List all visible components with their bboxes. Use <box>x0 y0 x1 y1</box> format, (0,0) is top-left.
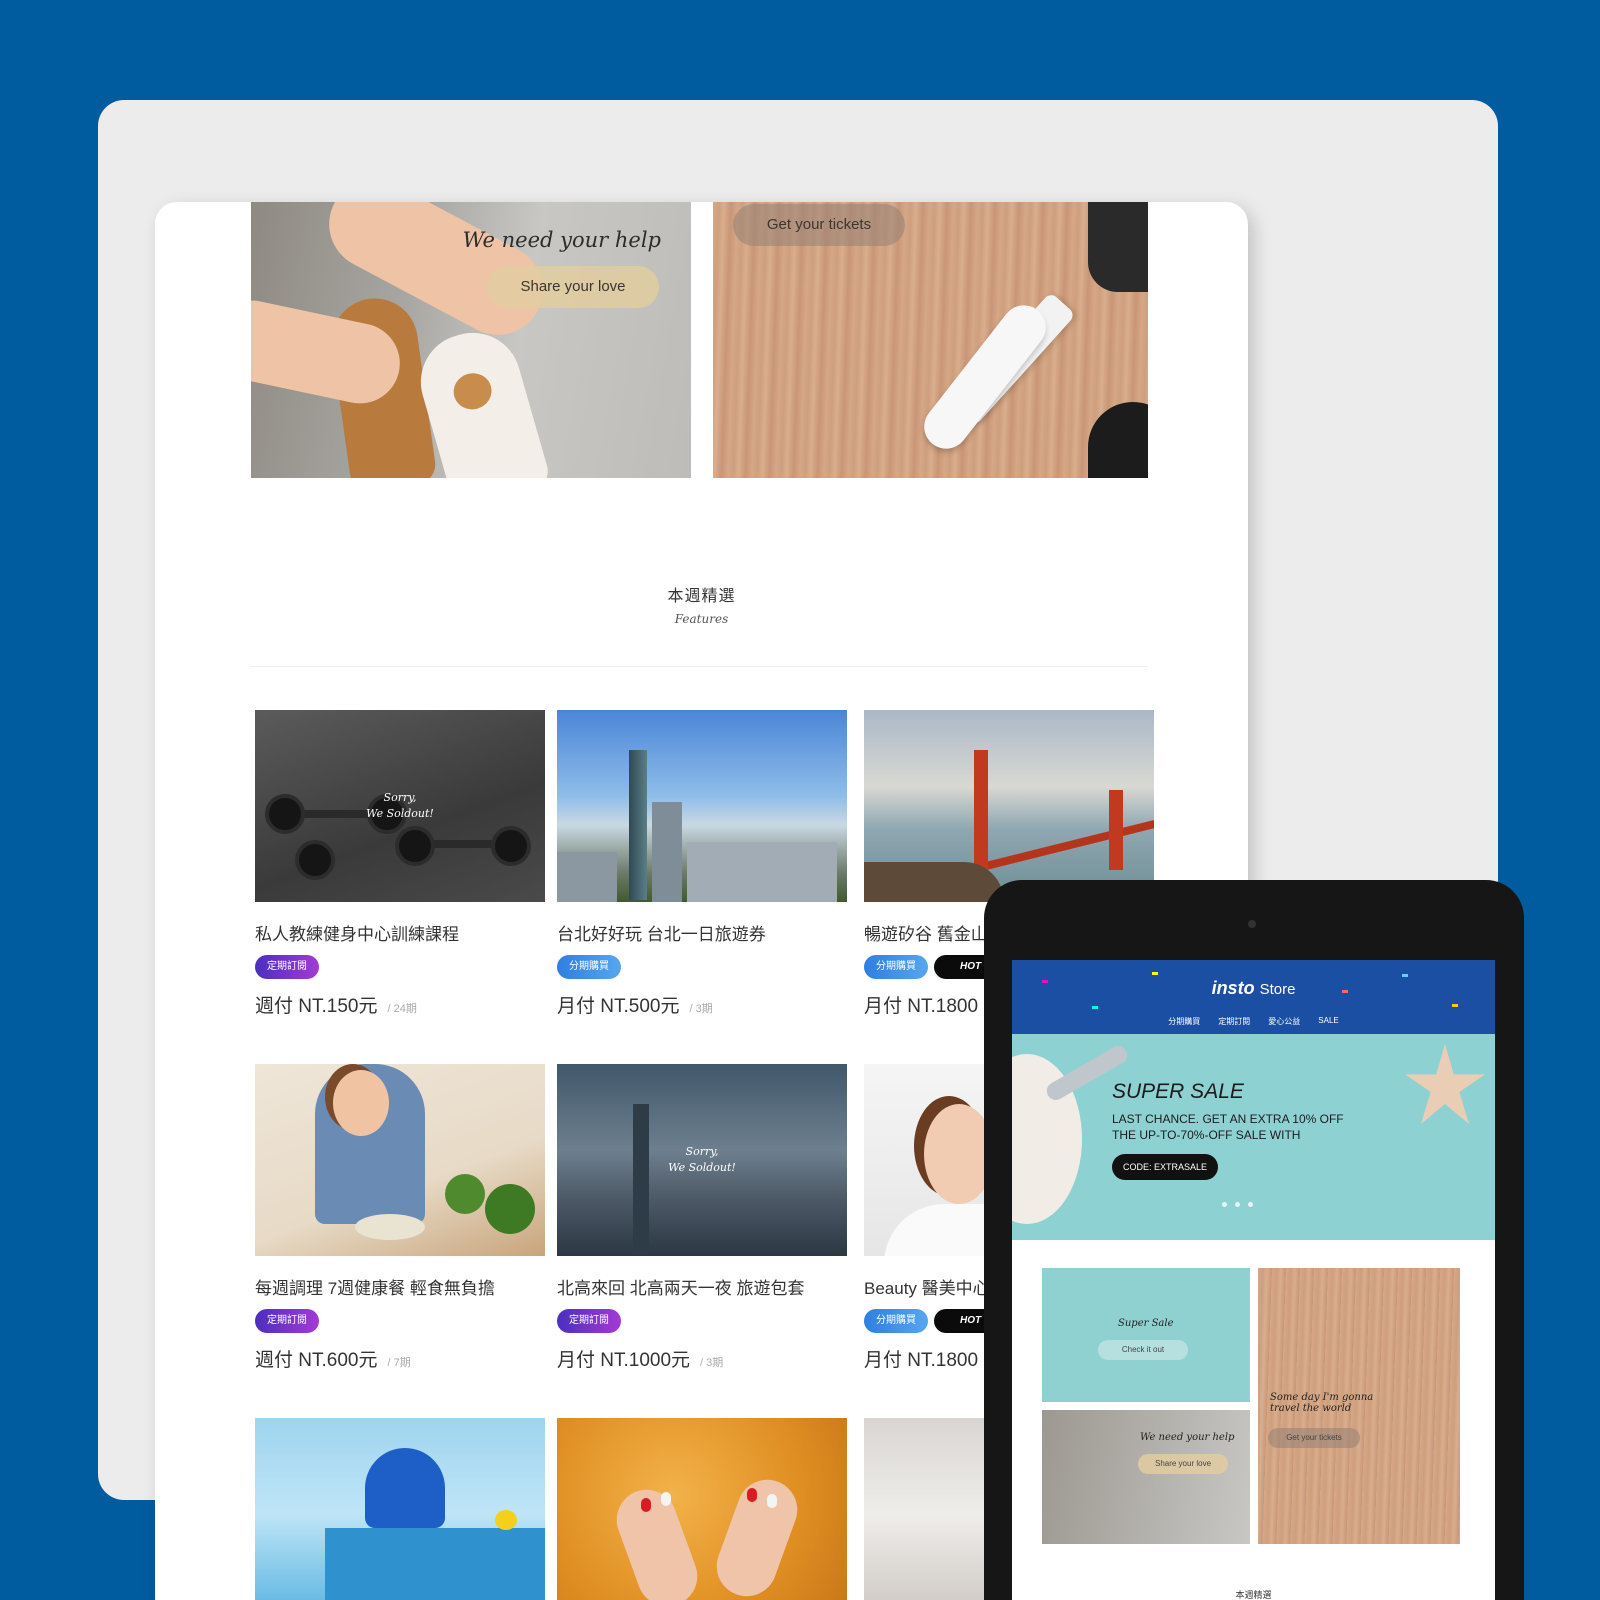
tile-super-sale[interactable]: Super Sale Check it out <box>1042 1268 1250 1402</box>
installment-tag: 分期購買 <box>557 955 621 979</box>
installment-tag: 分期購買 <box>864 1309 928 1333</box>
hero-carousel[interactable]: SUPER SALE LAST CHANCE. GET AN EXTRA 10%… <box>1012 1034 1495 1240</box>
brand-logo[interactable]: insto Store <box>1012 978 1495 999</box>
hero-line-1: LAST CHANCE. GET AN EXTRA 10% OFF <box>1112 1112 1344 1126</box>
banner-tickets[interactable]: Get your tickets <box>713 202 1148 478</box>
product-card[interactable]: Sorry, We Soldout! 私人教練健身中心訓練課程 定期訂閱 週付 … <box>255 710 545 1018</box>
product-price: 月付 NT.1000元/ 3期 <box>557 1350 724 1371</box>
product-name[interactable]: 私人教練健身中心訓練課程 <box>255 920 545 945</box>
tablet-nav: 分期購買 定期訂閱 愛心公益 SALE <box>1012 1016 1495 1027</box>
product-card[interactable]: Sorry, We Soldout! 北高來回 北高兩天一夜 旅遊包套 定期訂閱… <box>557 1064 847 1372</box>
get-your-tickets-button[interactable]: Get your tickets <box>733 204 905 246</box>
product-price: 週付 NT.150元/ 24期 <box>255 996 417 1017</box>
product-card[interactable] <box>255 1418 545 1600</box>
soldout-overlay: Sorry, We Soldout! <box>366 791 434 820</box>
section-subtitle: Features <box>674 612 729 626</box>
get-tickets-small-button[interactable]: Get your tickets <box>1268 1428 1360 1448</box>
subscription-tag: 定期訂閱 <box>557 1309 621 1333</box>
tablet-header: insto Store 分期購買 定期訂閱 愛心公益 SALE <box>1012 960 1495 1034</box>
hero-title: SUPER SALE <box>1112 1080 1244 1103</box>
product-image-gym[interactable]: Sorry, We Soldout! <box>255 710 545 902</box>
nav-item-subscription[interactable]: 定期訂閱 <box>1218 1016 1250 1027</box>
tile-travel[interactable]: Some day I'm gonna travel the world Get … <box>1258 1268 1460 1544</box>
tile-need-help[interactable]: We need your help Share your love <box>1042 1410 1250 1544</box>
installment-tag: 分期購買 <box>864 955 928 979</box>
promo-code-button[interactable]: CODE: EXTRASALE <box>1112 1154 1218 1180</box>
tablet-device: insto Store 分期購買 定期訂閱 愛心公益 SALE SUPER SA… <box>984 880 1524 1600</box>
product-image-nails[interactable] <box>557 1418 847 1600</box>
banner-help[interactable]: We need your help Share your love <box>251 202 691 478</box>
product-name[interactable]: 北高來回 北高兩天一夜 旅遊包套 <box>557 1274 847 1299</box>
product-card[interactable]: 台北好好玩 台北一日旅遊券 分期購買 月付 NT.500元/ 3期 <box>557 710 847 1018</box>
hero-line-2: THE UP-TO-70%-OFF SALE WITH <box>1112 1128 1301 1142</box>
nav-item-sale[interactable]: SALE <box>1318 1016 1338 1027</box>
banner-help-title: We need your help <box>462 228 661 252</box>
nav-item-installment[interactable]: 分期購買 <box>1168 1016 1200 1027</box>
nav-item-charity[interactable]: 愛心公益 <box>1268 1016 1300 1027</box>
share-your-love-small-button[interactable]: Share your love <box>1138 1454 1228 1474</box>
product-image-kaohsiung[interactable]: Sorry, We Soldout! <box>557 1064 847 1256</box>
soldout-overlay: Sorry, We Soldout! <box>668 1145 736 1174</box>
product-name[interactable]: 每週調理 7週健康餐 輕食無負擔 <box>255 1274 545 1299</box>
product-image-taipei[interactable] <box>557 710 847 902</box>
carousel-dots[interactable] <box>1222 1202 1253 1207</box>
product-card[interactable]: 每週調理 7週健康餐 輕食無負擔 定期訂閱 週付 NT.600元/ 7期 <box>255 1064 545 1372</box>
section-title: 本週精選 <box>667 588 736 605</box>
check-it-out-button[interactable]: Check it out <box>1098 1340 1188 1360</box>
product-card[interactable] <box>557 1418 847 1600</box>
product-image-dog-bath[interactable] <box>255 1418 545 1600</box>
tablet-screen: insto Store 分期購買 定期訂閱 愛心公益 SALE SUPER SA… <box>1012 960 1495 1600</box>
product-name[interactable]: 台北好好玩 台北一日旅遊券 <box>557 920 847 945</box>
share-your-love-button[interactable]: Share your love <box>487 266 659 308</box>
camera-dot <box>1248 920 1256 928</box>
product-image-bridge[interactable] <box>864 710 1154 902</box>
subscription-tag: 定期訂閱 <box>255 1309 319 1333</box>
section-divider <box>251 666 1148 667</box>
product-price: 月付 NT.500元/ 3期 <box>557 996 713 1017</box>
product-price: 週付 NT.600元/ 7期 <box>255 1350 411 1371</box>
product-image-salad[interactable] <box>255 1064 545 1256</box>
tablet-section-title: 本週精選 <box>1235 1590 1272 1600</box>
subscription-tag: 定期訂閱 <box>255 955 319 979</box>
